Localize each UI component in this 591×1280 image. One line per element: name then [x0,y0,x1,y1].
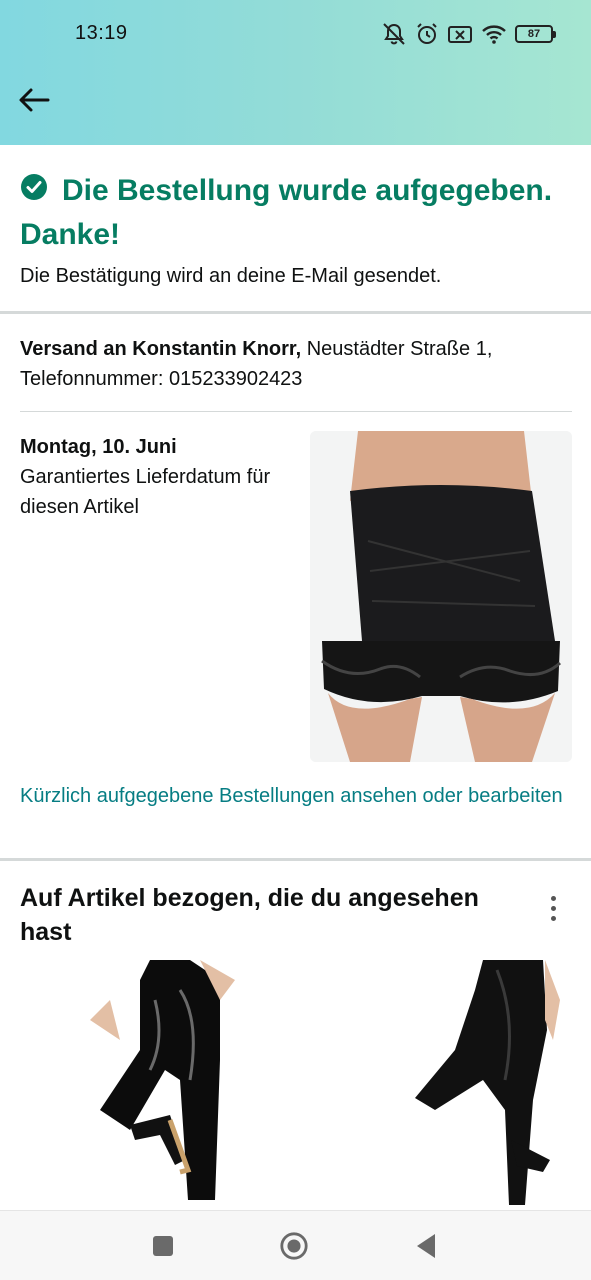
related-items-title: Auf Artikel bezogen, die du angesehen ha… [20,884,479,946]
recommended-product-image[interactable] [405,960,565,1210]
top-app-bar: 13:19 87 [0,0,591,145]
wifi-icon [481,23,507,45]
product-image[interactable] [310,431,572,762]
back-triangle-icon[interactable] [411,1231,441,1261]
order-confirmation: Die Bestellung wurde aufgegeben. Danke! … [0,145,591,313]
arrow-left-icon [19,88,50,112]
alarm-icon [415,22,439,46]
recent-orders-link[interactable]: Kürzlich aufgegebene Bestellungen ansehe… [20,781,580,811]
recommended-product-image[interactable] [70,960,270,1210]
status-time: 13:19 [75,22,128,44]
confirmation-title: Die Bestellung wurde aufgegeben. Danke! [20,174,553,251]
section-divider [0,311,591,314]
home-icon[interactable] [279,1231,309,1261]
recent-apps-icon[interactable] [148,1231,178,1261]
section-divider [0,858,591,861]
divider [20,411,572,412]
no-sim-icon [447,23,473,45]
system-nav-bar [0,1210,591,1280]
delivery-note: Garantiertes Lieferdatum für diesen Arti… [20,466,271,518]
status-bar: 13:19 87 [0,0,591,70]
shipping-address: Versand an Konstantin Knorr, Neustädter … [20,334,575,394]
back-button[interactable] [14,82,54,118]
battery-icon: 87 [515,25,556,43]
delivery-date: Montag, 10. Juni [20,436,177,458]
shipping-label: Versand an Konstantin Knorr, [20,338,302,360]
kebab-menu-icon[interactable] [540,890,566,926]
mute-icon [381,21,407,47]
confirmation-subtitle: Die Bestätigung wird an deine E-Mail ges… [20,265,442,287]
status-icons: 87 [381,20,556,48]
